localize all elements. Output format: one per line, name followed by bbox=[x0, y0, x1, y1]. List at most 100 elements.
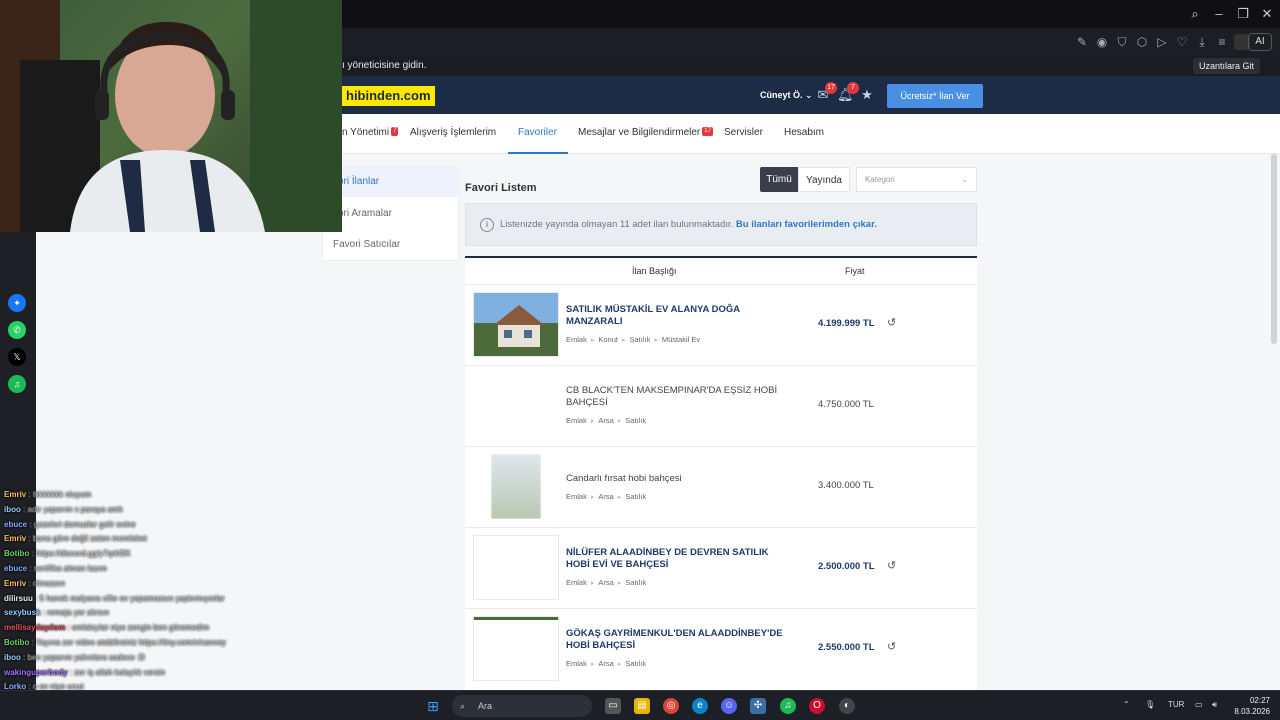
chat-username[interactable]: Emriv bbox=[4, 579, 26, 588]
microphone-icon[interactable]: 🎙︎ bbox=[1145, 700, 1155, 709]
table-row[interactable]: GÖKAŞ GAYRİMENKUL'DEN ALAADDİNBEY'DE HOB… bbox=[465, 608, 977, 689]
price-history-icon[interactable]: ↺ bbox=[887, 316, 896, 329]
listing-thumbnail[interactable] bbox=[473, 616, 559, 681]
app-icon[interactable]: ✣ bbox=[750, 698, 766, 714]
breadcrumb-item[interactable]: Müstakil Ev bbox=[662, 335, 700, 344]
breadcrumb-item[interactable]: Arsa bbox=[598, 578, 613, 587]
breadcrumb-item[interactable]: Emlak bbox=[566, 492, 587, 501]
breadcrumb-item[interactable]: Emlak bbox=[566, 335, 587, 344]
discord-icon[interactable]: ☺ bbox=[721, 698, 737, 714]
breadcrumb-item[interactable]: Satılık bbox=[625, 492, 646, 501]
edit-icon[interactable]: ✎ bbox=[1074, 34, 1090, 50]
network-icon[interactable]: ▭ bbox=[1195, 700, 1203, 709]
language-indicator[interactable]: TUR bbox=[1168, 700, 1184, 709]
sidebar-item-favorite-searches[interactable]: vori Aramalar bbox=[323, 199, 460, 229]
breadcrumb-item[interactable]: Emlak bbox=[566, 659, 587, 668]
mail-icon[interactable]: ✉ 17 bbox=[815, 82, 837, 103]
task-view-icon[interactable]: ▭ bbox=[605, 698, 621, 714]
sidebar-item-favorite-listings[interactable]: vori İlanlar bbox=[323, 167, 460, 197]
chat-username[interactable]: mellisayılayılom bbox=[4, 623, 65, 632]
breadcrumb-item[interactable]: Arsa bbox=[598, 416, 613, 425]
breadcrumb-item[interactable]: Arsa bbox=[598, 492, 613, 501]
category-select[interactable]: Kategori ⌄ bbox=[856, 167, 977, 192]
tray-chevron-up-icon[interactable]: ⌃ bbox=[1123, 700, 1130, 709]
restore-icon[interactable]: ❐ bbox=[1231, 6, 1255, 22]
download-icon[interactable]: ⤓ bbox=[1194, 34, 1210, 50]
breadcrumb-item[interactable]: Satılık bbox=[625, 578, 646, 587]
obs-icon[interactable]: ◐ bbox=[839, 698, 855, 714]
listing-title[interactable]: CB BLACK'TEN MAKSEMPINAR'DA EŞSİZ HOBİ B… bbox=[566, 385, 786, 409]
file-explorer-icon[interactable]: ▤ bbox=[634, 698, 650, 714]
search-icon[interactable]: ⌕ bbox=[1183, 6, 1207, 22]
listing-title[interactable]: SATILIK MÜSTAKİL EV ALANYA DOĞA MANZARAL… bbox=[566, 304, 786, 328]
user-menu[interactable]: Cüneyt Ö. ⌄ bbox=[760, 90, 813, 101]
listing-thumbnail[interactable] bbox=[473, 535, 559, 600]
breadcrumb-item[interactable]: Emlak bbox=[566, 578, 587, 587]
tab-account[interactable]: Hesabım bbox=[784, 127, 824, 138]
tab-messages[interactable]: Mesajlar ve Bilgilendirmeler 17 bbox=[578, 127, 713, 138]
ai-button[interactable]: AI bbox=[1248, 33, 1272, 51]
chat-username[interactable]: iboo bbox=[4, 505, 21, 514]
breadcrumb-item[interactable]: Satılık bbox=[625, 416, 646, 425]
post-listing-button[interactable]: Ücretsiz* İlan Ver bbox=[887, 84, 983, 108]
play-icon[interactable]: ▷ bbox=[1154, 34, 1170, 50]
breadcrumb-item[interactable]: Arsa bbox=[598, 659, 613, 668]
chat-username[interactable]: iboo bbox=[4, 653, 21, 662]
chat-username[interactable]: Emriv bbox=[4, 534, 26, 543]
chat-username[interactable]: Emriv bbox=[4, 490, 26, 499]
chat-username[interactable]: ebuce bbox=[4, 564, 27, 573]
chat-username[interactable]: dilirsuu bbox=[4, 594, 33, 603]
chat-username[interactable]: ebuce bbox=[4, 520, 27, 529]
listing-title[interactable]: Candarlı fırsat hobi bahçesi bbox=[566, 473, 786, 485]
tab-listing-management[interactable]: n Yönetimi 7 bbox=[342, 127, 399, 138]
tab-services[interactable]: Servisler bbox=[724, 127, 763, 138]
bell-icon[interactable]: 🔔︎ 7 bbox=[837, 82, 859, 103]
filter-live-button[interactable]: Yayında bbox=[798, 167, 850, 192]
price-history-icon[interactable]: ↺ bbox=[887, 640, 896, 653]
edge-icon[interactable]: e bbox=[692, 698, 708, 714]
taskbar-search[interactable]: ⌕ Ara bbox=[452, 695, 592, 717]
site-logo[interactable]: hibinden.com bbox=[342, 86, 435, 106]
sidebar-item-favorite-sellers[interactable]: Favori Satıcılar bbox=[323, 230, 460, 260]
heart-icon[interactable]: ♡ bbox=[1174, 34, 1190, 50]
table-row[interactable]: CB BLACK'TEN MAKSEMPINAR'DA EŞSİZ HOBİ B… bbox=[465, 365, 977, 446]
tab-favorites[interactable]: Favoriler bbox=[518, 127, 557, 138]
shield-icon[interactable]: ⛉ bbox=[1114, 34, 1130, 50]
breadcrumb-item[interactable]: Satılık bbox=[625, 659, 646, 668]
whatsapp-icon[interactable]: ✆ bbox=[8, 321, 26, 339]
table-row[interactable]: SATILIK MÜSTAKİL EV ALANYA DOĞA MANZARAL… bbox=[465, 284, 977, 365]
chat-username[interactable]: Botibo bbox=[4, 549, 29, 558]
remove-inactive-link[interactable]: Bu ilanları favorilerimden çıkar. bbox=[736, 219, 877, 230]
opera-gx-icon[interactable]: O bbox=[809, 698, 825, 714]
cube-icon[interactable]: ⬡ bbox=[1134, 34, 1150, 50]
breadcrumb-item[interactable]: Emlak bbox=[566, 416, 587, 425]
windows-start-icon[interactable]: ⊞ bbox=[425, 698, 441, 714]
listing-thumbnail[interactable] bbox=[473, 373, 559, 438]
chat-username[interactable]: wakinguperbody bbox=[4, 668, 68, 677]
menu-icon[interactable]: ≡ bbox=[1214, 34, 1230, 50]
breadcrumb-item[interactable]: Konut bbox=[598, 335, 618, 344]
close-icon[interactable]: ✕ bbox=[1255, 6, 1279, 22]
minimize-icon[interactable]: – bbox=[1207, 6, 1231, 21]
page-scrollbar[interactable] bbox=[1271, 154, 1277, 344]
taskbar-clock[interactable]: 02:27 8.03.2026 bbox=[1234, 695, 1270, 717]
price-history-icon[interactable]: ↺ bbox=[887, 559, 896, 572]
table-row[interactable]: NİLÜFER ALAADİNBEY DE DEVREN SATILIK HOB… bbox=[465, 527, 977, 608]
spotify-icon[interactable]: ♫ bbox=[780, 698, 796, 714]
tab-purchases[interactable]: Alışveriş İşlemlerim bbox=[410, 127, 496, 138]
listing-title[interactable]: GÖKAŞ GAYRİMENKUL'DEN ALAADDİNBEY'DE HOB… bbox=[566, 628, 786, 652]
camera-icon[interactable]: ◉ bbox=[1094, 34, 1110, 50]
extensions-button[interactable]: Uzantılara Git bbox=[1192, 58, 1260, 74]
filter-all-button[interactable]: Tümü bbox=[760, 167, 798, 192]
listing-thumbnail[interactable] bbox=[473, 292, 559, 357]
chat-username[interactable]: sexybusk bbox=[4, 608, 40, 617]
spotify-icon[interactable]: ♫ bbox=[8, 375, 26, 393]
x-icon[interactable]: 𝕏 bbox=[8, 348, 26, 366]
messenger-icon[interactable]: ✦ bbox=[8, 294, 26, 312]
breadcrumb-item[interactable]: Satılık bbox=[629, 335, 650, 344]
volume-icon[interactable]: 🔊︎ bbox=[1212, 700, 1217, 710]
chat-username[interactable]: Botibo bbox=[4, 638, 29, 647]
table-row[interactable]: Candarlı fırsat hobi bahçesi Emlak ▸ Arsa ▸ S… bbox=[465, 446, 977, 527]
star-icon[interactable]: ★ bbox=[859, 87, 875, 103]
listing-thumbnail[interactable] bbox=[491, 454, 541, 519]
